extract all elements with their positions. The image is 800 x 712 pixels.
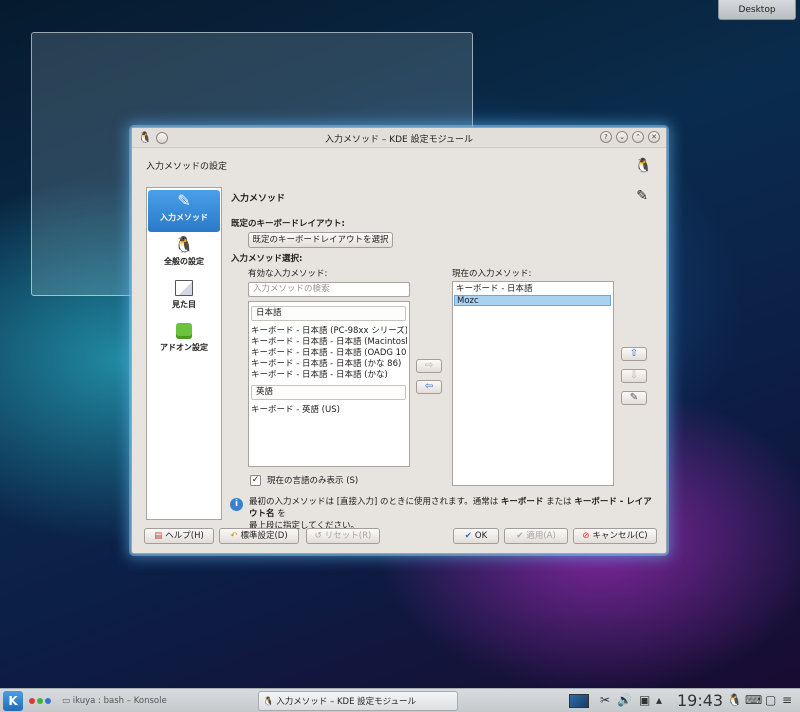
pager-dot-icon[interactable] [29,698,35,704]
list-item[interactable]: キーボード - 日本語 - 日本語 (かな) [251,370,407,381]
taskbar: K ▭ ikuya : bash – Konsole 🐧 入力メソッド – KD… [0,688,800,712]
dialog-title: 入力メソッド – KDE 設定モジュール [325,135,473,145]
kde-settings-dialog: 🐧 入力メソッド – KDE 設定モジュール ? ⌄ ⌃ ✕ 入力メソッドの設定… [131,127,667,554]
category-sidebar: ✎ 入力メソッド 🐧 全般の設定 見た目 アドオン設定 [146,187,222,520]
list-item-selected[interactable]: Mozc [454,295,611,306]
group-header-japanese: 日本語 [251,306,406,321]
group-header-english: 英語 [251,385,406,400]
move-down-arrow-icon[interactable]: ⇩ [621,369,647,383]
check-icon: ✔ [516,531,524,541]
reset-button[interactable]: ↺ リセット(R) [306,528,380,544]
clock[interactable]: 19:43 [677,691,723,710]
pager-dot-icon[interactable] [45,698,51,704]
chevron-up-icon[interactable]: ▴ [656,693,662,707]
close-button[interactable]: ✕ [648,131,660,143]
defaults-button-label: 標準設定(D) [240,531,288,541]
info-message: 最初の入力メソッドは [直接入力] のときに使用されます。通常は キーボード ま… [249,496,659,532]
minimize-button[interactable]: ⌄ [616,131,628,143]
module-header-label: 入力メソッドの設定 [146,162,228,172]
info-bold1: キーボード [500,497,544,507]
default-layout-label: 既定のキーボードレイアウト: [231,219,345,229]
tux-icon: 🐧 [174,235,194,254]
configure-wrench-icon[interactable]: ✎ [621,391,647,405]
list-item[interactable]: キーボード - 日本語 (PC-98xx シリーズ) [251,326,407,337]
ok-button-label: OK [474,531,488,541]
help-button-label: ヘルプ(H) [165,531,204,541]
sidebar-item-general[interactable]: 🐧 全般の設定 [148,234,220,276]
ok-button[interactable]: ✔ OK [453,528,499,544]
current-methods-label: 現在の入力メソッド: [452,269,532,279]
maximize-button[interactable]: ⌃ [632,131,644,143]
move-up-arrow-icon[interactable]: ⇧ [621,347,647,361]
task-konsole[interactable]: ▭ ikuya : bash – Konsole [58,691,248,711]
page-title: 入力メソッド [231,194,286,204]
sidebar-item-addons[interactable]: アドオン設定 [148,320,220,362]
im-selection-label: 入力メソッド選択: [231,254,303,264]
help-book-icon: ▤ [154,531,163,541]
appearance-icon [175,280,193,296]
checkbox-label: 現在の言語のみ表示 (S) [267,476,359,486]
volume-icon[interactable]: 🔊 [617,693,632,707]
sidebar-item-label: 見た目 [172,300,196,309]
reset-button-label: リセット(R) [324,531,372,541]
virtual-desktop-pager[interactable] [29,698,51,704]
checkbox-checked[interactable]: ✓ [250,474,261,486]
keyboard-icon[interactable]: ⌨ [745,693,762,707]
defaults-button[interactable]: ↶ 標準設定(D) [219,528,299,544]
check-icon: ✔ [464,531,472,541]
sidebar-item-label: アドオン設定 [160,343,208,352]
dialog-titlebar[interactable]: 🐧 入力メソッド – KDE 設定モジュール ? ⌄ ⌃ ✕ [132,128,666,148]
method-search-input[interactable]: 入力メソッドの検索 [248,282,410,297]
sidebar-item-appearance[interactable]: 見た目 [148,277,220,319]
list-item[interactable]: キーボード - 日本語 - 日本語 (かな 86) [251,359,407,370]
list-item[interactable]: キーボード - 日本語 - 日本語 (Macintosh) [251,337,407,348]
info-post: を [274,509,286,519]
list-item[interactable]: キーボード - 英語 (US) [251,405,407,416]
cancel-button-label: キャンセル(C) [592,531,648,541]
display-icon[interactable] [569,694,589,708]
show-current-language-only[interactable]: ✓ 現在の言語のみ表示 (S) [250,474,358,486]
puzzle-icon [176,323,192,339]
cancel-icon: ⊘ [582,531,590,541]
menu-icon[interactable]: ≡ [782,693,792,707]
help-button[interactable]: ▤ ヘルプ(H) [144,528,214,544]
remove-method-arrow-icon[interactable]: ⇦ [416,380,442,394]
printer-icon[interactable]: ▣ [639,693,650,707]
cancel-button[interactable]: ⊘ キャンセル(C) [573,528,657,544]
apply-button[interactable]: ✔ 適用(A) [504,528,568,544]
sidebar-item-label: 全般の設定 [164,257,204,266]
tux-icon: 🐧 [634,158,652,174]
available-methods-label: 有効な入力メソッド: [248,269,328,279]
add-method-arrow-icon[interactable]: ⇨ [416,359,442,373]
info-line1-pre: 最初の入力メソッドは [直接入力] のときに使用されます。通常は [249,497,501,507]
scissors-icon[interactable]: ✂ [600,693,610,707]
reset-icon: ↺ [314,531,322,541]
help-title-button[interactable]: ? [600,131,612,143]
window-icon[interactable]: ▢ [765,693,776,707]
pen-icon: ✎ [636,188,648,204]
info-icon: i [230,498,243,511]
sidebar-item-label: 入力メソッド [160,213,208,222]
info-mid: または [543,497,575,507]
available-methods-list[interactable]: 日本語 キーボード - 日本語 (PC-98xx シリーズ) キーボード - 日… [248,301,410,467]
pen-icon: ✎ [177,191,191,210]
pager-dot-icon[interactable] [37,698,43,704]
list-item[interactable]: キーボード - 日本語 [454,284,611,295]
terminal-icon: ▭ [62,696,71,706]
desktop-button[interactable]: Desktop [718,0,796,20]
tux-icon[interactable]: 🐧 [727,693,742,707]
list-item[interactable]: キーボード - 日本語 - 日本語 (OADG 109A) [251,348,407,359]
current-methods-list[interactable]: キーボード - 日本語 Mozc [452,281,614,486]
task-kde-settings[interactable]: 🐧 入力メソッド – KDE 設定モジュール [258,691,458,711]
sidebar-item-input-method[interactable]: ✎ 入力メソッド [148,190,220,232]
task-label: ikuya : bash – Konsole [72,696,167,706]
tux-icon: 🐧 [263,697,274,707]
apply-button-label: 適用(A) [526,531,556,541]
kde-menu-icon[interactable]: K [3,691,23,711]
task-label: 入力メソッド – KDE 設定モジュール [276,697,417,707]
select-default-layout-button[interactable]: 既定のキーボードレイアウトを選択 [248,232,393,248]
defaults-undo-icon: ↶ [230,531,238,541]
